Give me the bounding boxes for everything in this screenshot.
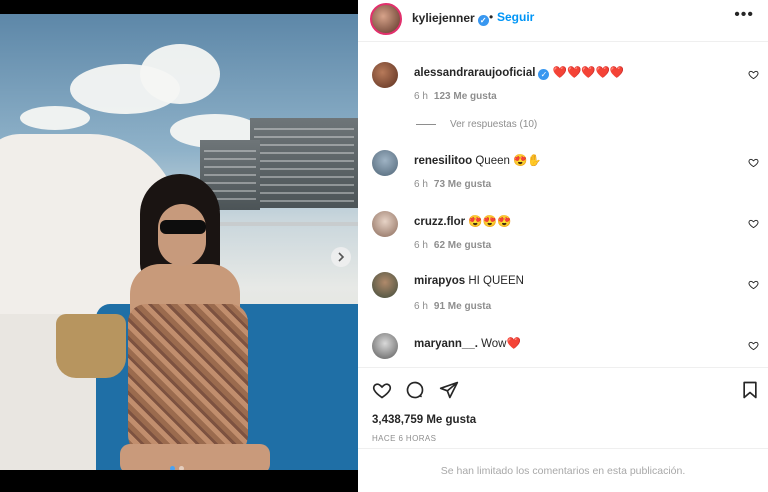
commenter-avatar[interactable] [372, 333, 398, 359]
post-actions-bar [358, 367, 768, 407]
next-photo-button[interactable] [331, 247, 351, 267]
like-comment-heart-icon[interactable] [748, 218, 759, 229]
instagram-post-window: kyliejenner ✓ • Seguir ••• alessandrarauj… [0, 0, 768, 492]
commenter-avatar[interactable] [372, 211, 398, 237]
comments-limited-notice: Se han limitado los comentarios en esta … [358, 448, 768, 492]
comment-body: ❤️❤️❤️❤️❤️ [552, 67, 625, 79]
save-bookmark-icon[interactable] [740, 380, 760, 400]
person [120, 174, 270, 470]
view-replies-button[interactable]: Ver respuestas (10) [416, 119, 537, 130]
comment-text: maryann__. Wow❤️ [414, 336, 521, 350]
post-header: kyliejenner ✓ • Seguir ••• [358, 0, 768, 42]
legs [120, 444, 270, 470]
comment-time: 6 h [414, 301, 428, 312]
commenter-username[interactable]: mirapyos [414, 275, 465, 287]
comment-text: cruzz.flor 😍😍😍 [414, 214, 511, 228]
comment-body: Queen 😍✋ [475, 155, 542, 167]
comment-likes[interactable]: 62 Me gusta [434, 240, 491, 251]
comment-meta: 6 h 91 Me gusta [414, 301, 491, 312]
commenter-avatar[interactable] [372, 62, 398, 88]
commenter-avatar[interactable] [372, 272, 398, 298]
author-avatar[interactable] [370, 3, 402, 35]
comment-likes[interactable]: 73 Me gusta [434, 179, 491, 190]
follow-button[interactable]: Seguir [497, 10, 534, 24]
commenter-username[interactable]: alessandraraujooficial [414, 67, 535, 79]
post-likes-count[interactable]: 3,438,759 Me gusta [372, 414, 476, 426]
more-options-icon[interactable]: ••• [734, 6, 754, 24]
sunglasses [160, 220, 206, 234]
comment-body: HI QUEEN [468, 275, 524, 287]
straw-bag [56, 314, 126, 378]
like-comment-heart-icon[interactable] [748, 279, 759, 290]
like-comment-heart-icon[interactable] [748, 340, 759, 351]
post-photo[interactable] [0, 14, 358, 470]
like-comment-heart-icon[interactable] [748, 69, 759, 80]
comment-likes[interactable]: 123 Me gusta [434, 91, 497, 102]
comment-body: Wow❤️ [481, 338, 521, 350]
comment-meta: 6 h 62 Me gusta [414, 240, 491, 251]
verified-badge-icon: ✓ [538, 69, 550, 80]
carousel-dot [179, 466, 184, 470]
author-username-text[interactable]: kyliejenner [412, 11, 475, 25]
separator-dot: • [489, 10, 494, 24]
comment-text: renesilitoo Queen 😍✋ [414, 153, 542, 167]
carousel-dot-active [170, 466, 175, 470]
comment-body: 😍😍😍 [468, 216, 512, 228]
comment-time: 6 h [414, 179, 428, 190]
like-comment-heart-icon[interactable] [748, 157, 759, 168]
comment-time: 6 h [414, 240, 428, 251]
chevron-right-icon [338, 252, 345, 262]
cloud [20, 106, 90, 130]
post-side-panel: kyliejenner ✓ • Seguir ••• alessandrarauj… [358, 0, 768, 492]
share-paper-plane-icon[interactable] [439, 380, 459, 400]
replies-line [416, 124, 436, 125]
view-replies-label[interactable]: Ver respuestas (10) [450, 119, 537, 130]
comment-bubble-icon[interactable] [405, 380, 425, 400]
verified-badge-icon: ✓ [477, 15, 489, 26]
face [158, 204, 206, 266]
cloud [140, 44, 220, 104]
comment-meta: 6 h 73 Me gusta [414, 179, 491, 190]
comment-text: mirapyos HI QUEEN [414, 275, 524, 287]
commenter-username[interactable]: cruzz.flor [414, 216, 465, 228]
commenter-avatar[interactable] [372, 150, 398, 176]
commenter-username[interactable]: maryann__. [414, 338, 478, 350]
post-timestamp: HACE 6 HORAS [372, 434, 437, 443]
like-heart-icon[interactable] [372, 380, 392, 400]
comment-text: alessandraraujooficial ✓ ❤️❤️❤️❤️❤️ [414, 65, 624, 80]
comment-meta: 6 h 123 Me gusta [414, 91, 497, 102]
comment-time: 6 h [414, 91, 428, 102]
comment-likes[interactable]: 91 Me gusta [434, 301, 491, 312]
commenter-username[interactable]: renesilitoo [414, 155, 472, 167]
author-username[interactable]: kyliejenner ✓ [412, 11, 489, 26]
carousel-dots [170, 466, 184, 470]
dress [128, 304, 248, 464]
